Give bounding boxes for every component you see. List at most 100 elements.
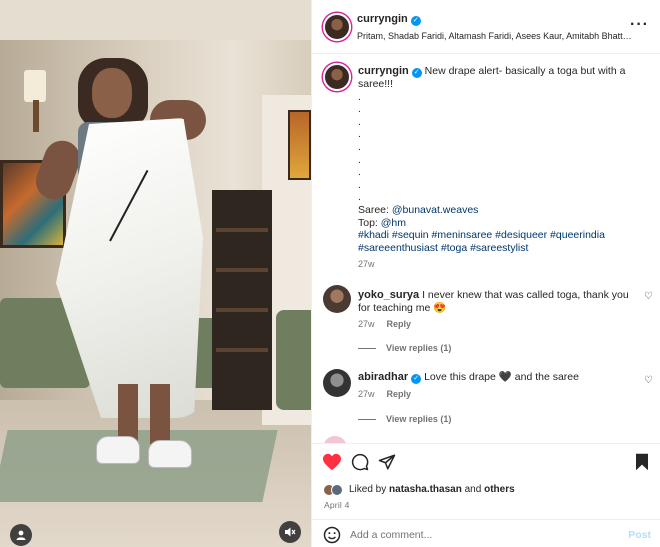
post-caption: curryngin ✓ New drape alert- basically a … [358, 65, 648, 271]
caption-dot: . [358, 115, 361, 128]
person-leg-right [150, 384, 170, 444]
liker-avatar[interactable] [331, 484, 343, 496]
more-horizontal-icon: ··· [630, 16, 649, 33]
person-shoe-right [148, 440, 192, 468]
reply-button[interactable]: Reply [387, 319, 412, 329]
comment-username[interactable]: abiradhar [358, 371, 408, 383]
user-tag-button[interactable] [10, 524, 32, 546]
post-media[interactable] [0, 0, 311, 547]
audio-attribution[interactable]: Pritam, Shadab Faridi, Altamash Faridi, … [357, 31, 632, 41]
replies-divider [358, 419, 376, 421]
comment-like-button[interactable]: ♡ [644, 291, 653, 302]
caption-dot: . [358, 166, 361, 179]
caption-dot: . [358, 191, 361, 204]
reply-button[interactable]: Reply [387, 389, 412, 399]
view-replies-button[interactable]: View replies (1) [358, 414, 451, 424]
hashtags-line-2[interactable]: #sareeenthusiast #toga #sareestylist [358, 242, 648, 255]
comment-item: abiradhar ✓ Love this drape 🖤 and the sar… [358, 371, 633, 401]
comment-like-button[interactable]: ♡ [644, 375, 653, 386]
media-shelf-board [216, 268, 268, 272]
heart-outline-icon: ♡ [644, 375, 653, 386]
hashtags-line-1[interactable]: #khadi #sequin #meninsaree #desiqueer #q… [358, 229, 648, 242]
caption-author-avatar[interactable] [323, 63, 351, 91]
mute-button[interactable] [279, 521, 301, 543]
commenter-avatar[interactable] [323, 369, 351, 397]
media-shelf [212, 190, 272, 410]
comment-button[interactable] [349, 451, 371, 473]
comment-input[interactable]: Add a comment... [350, 529, 432, 541]
comment-item: yoko_surya I never knew that was called … [358, 289, 633, 331]
save-button[interactable] [631, 451, 653, 473]
comment-text: Love this drape 🖤 and the saree [424, 371, 579, 383]
author-avatar[interactable] [323, 13, 351, 41]
post-date[interactable]: April 4 [324, 500, 350, 510]
likes-prefix: Liked by [349, 484, 390, 495]
emoji-button[interactable] [321, 524, 343, 546]
comment-meta: 27w Reply [358, 388, 633, 401]
view-replies-button[interactable]: View replies (1) [358, 343, 451, 353]
caption-saree-label: Saree: [358, 203, 392, 216]
verified-icon: ✓ [411, 68, 422, 78]
commenter-avatar[interactable] [323, 285, 351, 313]
view-replies-label: View replies (1) [386, 343, 452, 353]
replies-divider [358, 348, 376, 350]
author-username[interactable]: curryngin [357, 13, 408, 25]
user-tag-icon [16, 530, 26, 540]
caption-dot: . [358, 103, 361, 116]
saree-mention-link[interactable]: @bunavat.weaves [392, 204, 479, 216]
post-comment-button[interactable]: Post [628, 529, 651, 541]
person-shoe-left [96, 436, 140, 464]
media-shelf-board [216, 228, 268, 232]
comment-meta: 27w Reply [358, 318, 633, 331]
comment-username[interactable]: yoko_surya [358, 289, 419, 301]
caption-timestamp: 27w [358, 259, 375, 270]
heart-outline-icon: ♡ [644, 291, 653, 302]
share-button[interactable] [376, 451, 398, 473]
view-replies-label: View replies (1) [386, 414, 452, 424]
caption-dot: . [358, 153, 361, 166]
verified-icon: ✓ [411, 374, 422, 384]
emoji-icon [323, 526, 341, 544]
media-lamp [24, 70, 46, 102]
media-shelf-board [216, 308, 268, 312]
bookmark-filled-icon [636, 453, 648, 471]
caption-top-label: Top: [358, 216, 381, 229]
comment-time: 27w [358, 319, 375, 329]
post-actions: Liked by natasha.thasan and others April… [312, 443, 660, 518]
caption-dot: . [358, 128, 361, 141]
person-face [92, 68, 132, 118]
caption-top-line: Top: @hm [358, 217, 648, 230]
top-mention-link[interactable]: @hm [381, 217, 406, 229]
comment-time: 27w [358, 389, 375, 399]
verified-icon: ✓ [410, 16, 421, 26]
person-leg-left [118, 384, 138, 444]
media-chair [276, 310, 311, 410]
likes-others-link[interactable]: others [484, 484, 515, 495]
media-lamp-post [33, 100, 39, 132]
caption-saree-line: Saree: @bunavat.weaves [358, 204, 648, 217]
paper-plane-icon [378, 454, 396, 470]
caption-dot: . [358, 90, 361, 103]
media-art-right [288, 110, 311, 180]
like-button[interactable] [321, 451, 343, 473]
more-options-button[interactable]: ··· [630, 16, 649, 34]
likes-middle: and [461, 484, 485, 495]
comment-icon [351, 453, 369, 471]
muted-speaker-icon [285, 527, 296, 537]
heart-filled-icon [323, 453, 341, 471]
post-header: curryngin ✓ Pritam, Shadab Faridi, Altama… [312, 0, 660, 54]
caption-dot: . [358, 178, 361, 191]
caption-dot: . [358, 140, 361, 153]
comments-section[interactable]: curryngin ✓ New drape alert- basically a … [312, 55, 660, 443]
media-ceiling [0, 0, 311, 40]
media-rug [0, 430, 278, 502]
media-shelf-board [216, 348, 268, 352]
author-name-row: curryngin ✓ [357, 13, 421, 26]
caption-dots: . . . . . . . . . [358, 91, 648, 204]
post-details-panel: curryngin ✓ Pritam, Shadab Faridi, Altama… [311, 0, 660, 547]
add-comment-bar: Add a comment... Post [312, 519, 660, 547]
commenter-avatar-partial[interactable] [323, 436, 347, 443]
liker-username-link[interactable]: natasha.thasan [389, 484, 462, 495]
likes-summary: Liked by natasha.thasan and others [349, 484, 515, 495]
caption-username[interactable]: curryngin [358, 65, 409, 77]
